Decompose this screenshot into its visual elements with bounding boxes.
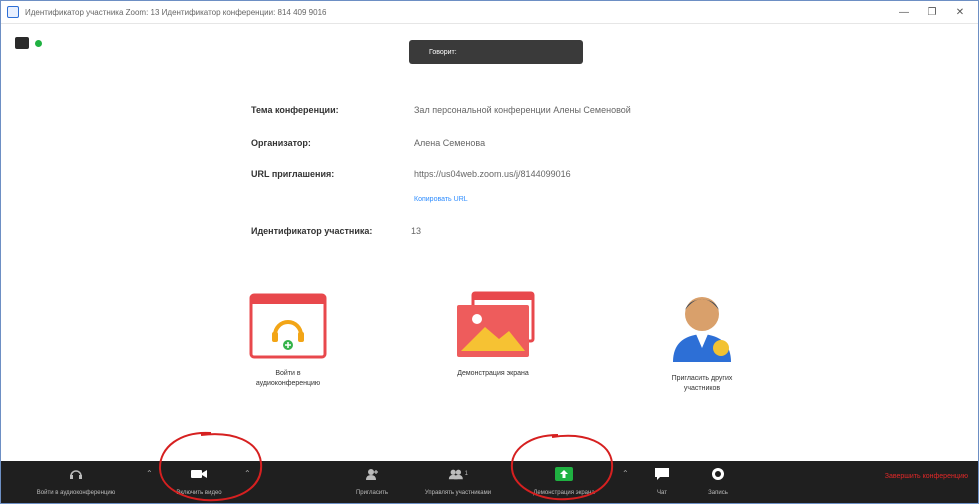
share-screen-button[interactable]: Демонстрация экрана — [520, 461, 608, 503]
participants-icon: 1 — [448, 466, 468, 482]
meeting-status — [15, 37, 42, 49]
join-audio-label: Войти в аудиоконференцию — [255, 370, 321, 387]
speaker-label: Говорит: — [429, 48, 457, 56]
invite-feature[interactable]: Пригласить других участников — [647, 288, 757, 394]
info-topic-row: Тема конференции: Зал персональной конфе… — [251, 105, 631, 115]
close-button[interactable]: ✕ — [946, 1, 974, 23]
record-icon — [708, 466, 728, 482]
participant-id-label: Идентификатор участника: — [251, 226, 373, 236]
end-meeting-button[interactable]: Завершить конференцию — [885, 473, 968, 480]
join-audio-button[interactable]: Войти в аудиоконференцию — [17, 461, 135, 503]
zoom-app-icon — [7, 6, 19, 18]
chat-button[interactable]: Чат — [647, 461, 677, 503]
participant-id-value: 13 — [411, 226, 422, 236]
meeting-toolbar: Войти в аудиоконференцию ⌃ Включить виде… — [1, 461, 978, 503]
headphones-icon — [249, 293, 327, 359]
minimize-button[interactable]: — — [890, 1, 918, 23]
host-value: Алена Семенова — [414, 138, 486, 148]
share-screen-label: Демонстрация экрана — [457, 370, 529, 377]
encryption-shield-icon[interactable] — [35, 39, 42, 47]
topic-value: Зал персональной конференции Алены Семен… — [414, 105, 631, 115]
video-options-caret-icon[interactable]: ⌃ — [244, 469, 251, 478]
share-screen-icon — [554, 466, 574, 482]
share-screen-icon — [457, 291, 535, 357]
invite-person-icon — [673, 297, 731, 362]
invite-label: Пригласить других участников — [671, 375, 733, 392]
speaker-indicator: Говорит: — [409, 40, 583, 64]
info-participant-row: Идентификатор участника: 13 — [251, 226, 421, 236]
chat-bubble-icon — [652, 466, 672, 482]
join-audio-feature[interactable]: Войти в аудиоконференцию — [233, 293, 343, 389]
manage-participants-button[interactable]: 1 Управлять участниками — [413, 461, 503, 503]
view-toggle-icon[interactable] — [15, 37, 29, 49]
add-person-icon — [362, 466, 382, 482]
copy-url-link[interactable]: Копировать URL — [414, 196, 468, 203]
window-controls: — ❐ ✕ — [890, 1, 974, 23]
info-host-row: Организатор: Алена Семенова — [251, 138, 485, 148]
title-bar: Идентификатор участника Zoom: 13 Идентиф… — [1, 1, 978, 24]
url-label: URL приглашения: — [251, 169, 335, 179]
info-url-row: URL приглашения: https://us04web.zoom.us… — [251, 169, 571, 179]
share-options-caret-icon[interactable]: ⌃ — [622, 469, 629, 478]
participants-count: 1 — [464, 471, 468, 477]
invite-button[interactable]: Пригласить — [347, 461, 397, 503]
url-value[interactable]: https://us04web.zoom.us/j/8144099016 — [414, 169, 571, 179]
share-screen-feature[interactable]: Демонстрация экрана — [438, 291, 548, 379]
zoom-window: Идентификатор участника Zoom: 13 Идентиф… — [0, 0, 979, 504]
headphones-icon — [66, 466, 86, 482]
host-label: Организатор: — [251, 138, 311, 148]
window-title: Идентификатор участника Zoom: 13 Идентиф… — [25, 7, 327, 17]
topic-label: Тема конференции: — [251, 105, 339, 115]
audio-options-caret-icon[interactable]: ⌃ — [146, 469, 153, 478]
record-button[interactable]: Запись — [698, 461, 738, 503]
start-video-button[interactable]: Включить видео — [164, 461, 234, 503]
video-camera-icon — [189, 466, 209, 482]
maximize-button[interactable]: ❐ — [918, 1, 946, 23]
